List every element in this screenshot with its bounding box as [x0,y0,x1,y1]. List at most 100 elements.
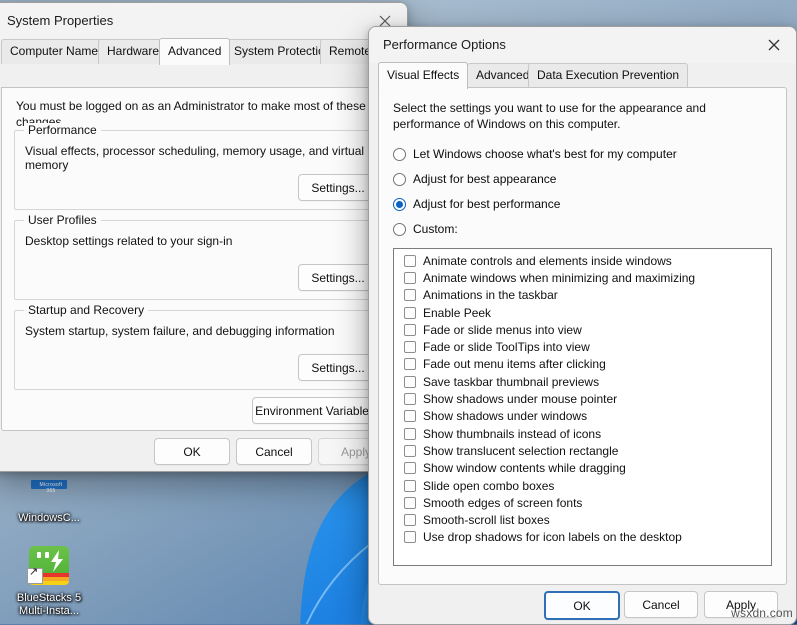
list-item-label: Show window contents while dragging [423,461,626,476]
tab-label: Data Execution Prevention [537,68,680,82]
list-item[interactable]: Smooth edges of screen fonts [394,494,771,511]
system-properties-titlebar[interactable]: System Properties [0,3,407,39]
checkbox-icon[interactable] [404,341,416,354]
list-item-label: Slide open combo boxes [423,478,555,493]
close-icon[interactable] [752,27,796,63]
list-item-label: Smooth-scroll list boxes [423,513,550,528]
checkbox-icon[interactable] [404,289,416,302]
performance-options-tabstrip: Visual Effects Advanced Data Execution P… [378,62,788,89]
checkbox-icon[interactable] [404,393,416,406]
checkbox-icon[interactable] [404,496,416,509]
checkbox-icon[interactable] [404,375,416,388]
checkbox-icon[interactable] [404,444,416,457]
checkbox-icon[interactable] [404,306,416,319]
list-item-label: Animations in the taskbar [423,288,558,303]
tab-label: Advanced [168,44,222,58]
shortcut-arrow-icon [27,565,43,584]
radio-let-windows-choose[interactable]: Let Windows choose what's best for my co… [393,147,677,161]
checkbox-icon[interactable] [404,479,416,492]
list-item-label: Fade or slide ToolTips into view [423,340,590,355]
tab-label: System Protection [234,44,332,58]
performance-options-ok-button[interactable]: OK [544,591,620,620]
list-item[interactable]: Show shadows under windows [394,408,771,425]
startup-recovery-group-title: Startup and Recovery [24,303,149,317]
performance-options-dialog: Performance Options Visual Effects Advan… [368,26,797,625]
list-item-label: Show translucent selection rectangle [423,443,619,458]
button-label: Settings... [311,270,365,285]
performance-group-description: Visual effects, processor scheduling, me… [25,144,365,172]
list-item[interactable]: Fade out menu items after clicking [394,356,771,373]
desktop-icon-bluestacks[interactable]: BlueStacks 5 Multi-Insta... [6,543,92,618]
button-label: OK [573,598,591,613]
list-item-label: Smooth edges of screen fonts [423,495,583,510]
radio-adjust-best-appearance[interactable]: Adjust for best appearance [393,172,556,186]
checkbox-icon[interactable] [404,358,416,371]
checkbox-icon[interactable] [404,427,416,440]
list-item[interactable]: Animate windows when minimizing and maxi… [394,269,771,286]
list-item[interactable]: Show shadows under mouse pointer [394,390,771,407]
checkbox-icon[interactable] [404,514,416,527]
list-item[interactable]: Show thumbnails instead of icons [394,425,771,442]
tab-computer-name[interactable]: Computer Name [1,39,108,64]
radio-custom[interactable]: Custom: [393,222,458,236]
list-item[interactable]: Show translucent selection rectangle [394,442,771,459]
performance-options-tab-body: Select the settings you want to use for … [378,87,787,585]
system-properties-cancel-button[interactable]: Cancel [236,438,312,465]
system-properties-ok-button[interactable]: OK [154,438,230,465]
list-item[interactable]: Fade or slide menus into view [394,321,771,338]
performance-options-title: Performance Options [383,37,506,52]
user-profiles-settings-button[interactable]: Settings... [298,264,378,291]
visual-effects-intro-line2: performance of Windows on this computer. [393,117,621,131]
list-item[interactable]: Animations in the taskbar [394,287,771,304]
tab-label: Advanced [476,68,530,82]
button-label: Settings... [311,180,365,195]
list-item-label: Use drop shadows for icon labels on the … [423,530,682,545]
radio-label: Adjust for best performance [413,197,561,211]
list-item-label: Show shadows under windows [423,409,588,424]
performance-options-cancel-button[interactable]: Cancel [624,591,698,618]
button-label: Cancel [255,444,293,459]
radio-label: Let Windows choose what's best for my co… [413,147,677,161]
radio-adjust-best-performance[interactable]: Adjust for best performance [393,197,560,211]
list-item-label: Save taskbar thumbnail previews [423,374,600,389]
visual-effects-list[interactable]: Animate controls and elements inside win… [393,248,772,566]
visual-effects-intro-line1: Select the settings you want to use for … [393,101,706,115]
tab-visual-effects[interactable]: Visual Effects [378,62,469,89]
performance-settings-button[interactable]: Settings... [298,174,378,201]
list-item[interactable]: Enable Peek [394,304,771,321]
checkbox-icon[interactable] [404,323,416,336]
list-item[interactable]: Use drop shadows for icon labels on the … [394,529,771,546]
radio-button-icon [393,172,406,186]
list-item[interactable]: Fade or slide ToolTips into view [394,338,771,355]
tab-hardware[interactable]: Hardware [98,39,169,64]
startup-recovery-group: Startup and Recovery System startup, sys… [14,303,388,390]
bluestacks-icon [27,546,71,590]
tab-label: Remote [329,44,372,58]
tab-label: Visual Effects [387,68,460,82]
startup-recovery-settings-button[interactable]: Settings... [298,354,378,381]
list-item[interactable]: Show window contents while dragging [394,460,771,477]
checkbox-icon[interactable] [404,410,416,423]
tab-advanced[interactable]: Advanced [159,38,231,65]
performance-options-titlebar[interactable]: Performance Options [369,27,796,63]
system-properties-tabstrip: Computer Name Hardware Advanced System P… [1,38,399,65]
list-item[interactable]: Smooth-scroll list boxes [394,511,771,528]
desktop-icon-label: WindowsC... [18,512,80,524]
checkbox-icon[interactable] [404,531,416,544]
list-item[interactable]: Slide open combo boxes [394,477,771,494]
radio-button-icon [393,197,406,211]
user-profiles-group-title: User Profiles [24,213,101,227]
checkbox-icon[interactable] [404,462,416,475]
button-label: OK [183,444,201,459]
performance-group: Performance Visual effects, processor sc… [14,123,388,210]
tab-data-execution-prevention[interactable]: Data Execution Prevention [528,63,689,88]
list-item[interactable]: Animate controls and elements inside win… [394,252,771,269]
radio-label: Adjust for best appearance [413,172,557,186]
checkbox-icon[interactable] [404,271,416,284]
list-item-label: Enable Peek [423,305,492,320]
button-label: Settings... [311,360,365,375]
desktop-icon-windows-c[interactable]: Microsoft 365 WindowsC... [6,466,92,525]
list-item[interactable]: Save taskbar thumbnail previews [394,373,771,390]
list-item-label: Fade or slide menus into view [423,322,582,337]
checkbox-icon[interactable] [404,254,416,267]
